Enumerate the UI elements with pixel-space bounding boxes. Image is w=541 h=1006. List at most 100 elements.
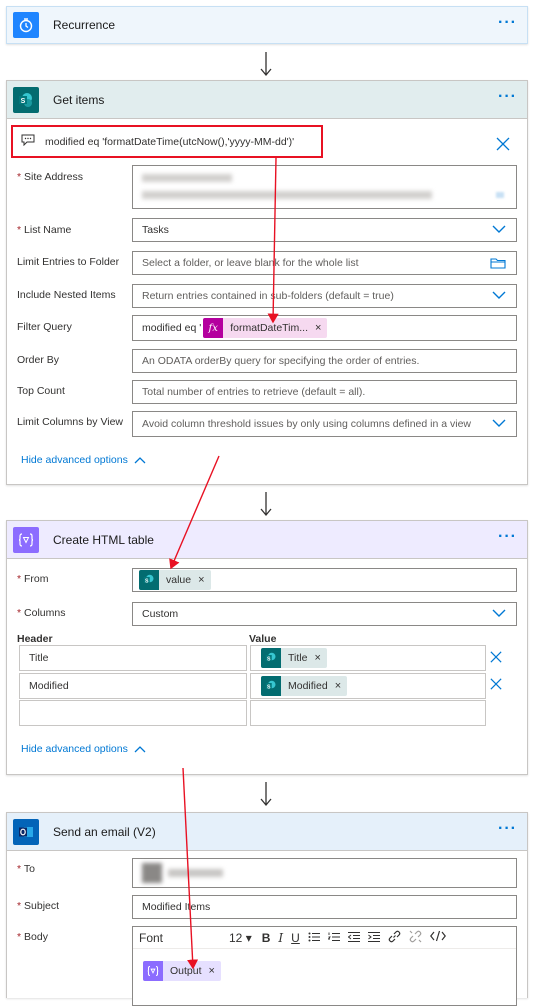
- delete-row-icon[interactable]: [490, 678, 502, 693]
- order-by-label: Order By: [17, 354, 60, 366]
- sharepoint-token-icon: S: [261, 676, 281, 696]
- list-name-dropdown[interactable]: Tasks: [132, 218, 517, 242]
- nested-items-dropdown[interactable]: Return entries contained in sub-folders …: [132, 284, 517, 308]
- remove-token-icon[interactable]: ×: [315, 322, 321, 334]
- link-icon[interactable]: [388, 930, 401, 946]
- from-field[interactable]: S value ×: [132, 568, 517, 592]
- list-name-label: * List Name: [17, 224, 72, 236]
- modified-token-label: Modified: [288, 680, 328, 692]
- underline-icon[interactable]: U: [291, 931, 300, 945]
- subject-value: Modified Items: [142, 901, 211, 913]
- site-address-label: * Site Address: [17, 171, 83, 183]
- get-items-more-button[interactable]: ···: [498, 89, 517, 105]
- sharepoint-token-icon: S: [261, 648, 281, 668]
- recurrence-header[interactable]: Recurrence ···: [7, 7, 527, 43]
- send-email-more-button[interactable]: ···: [498, 821, 517, 837]
- get-items-header[interactable]: S Get items ···: [7, 81, 527, 119]
- formatdatetime-token[interactable]: fx formatDateTim... ×: [203, 318, 328, 338]
- data-operations-token-icon: [143, 961, 163, 981]
- remove-token-icon[interactable]: ×: [314, 652, 320, 664]
- svg-text:S: S: [145, 578, 149, 584]
- get-items-title: Get items: [53, 92, 105, 107]
- order-by-placeholder: An ODATA orderBy query for specifying th…: [142, 355, 420, 367]
- table-value-cell[interactable]: S Modified ×: [250, 673, 486, 699]
- columns-row: * Columns Custom: [7, 602, 527, 626]
- body-editor[interactable]: Font 12 ▾ B I U Output ×: [132, 926, 517, 1006]
- limit-folder-placeholder: Select a folder, or leave blank for the …: [142, 257, 359, 269]
- font-select[interactable]: Font: [139, 931, 229, 945]
- output-token[interactable]: Output ×: [143, 961, 221, 981]
- title-token[interactable]: S Title ×: [261, 648, 327, 668]
- top-count-row: Top Count Total number of entries to ret…: [7, 380, 527, 404]
- filter-query-field[interactable]: modified eq ' fx formatDateTim... ×: [132, 315, 517, 341]
- sharepoint-token-icon: S: [139, 570, 159, 590]
- send-email-card: Send an email (V2) ··· * To * Subject Mo…: [6, 812, 528, 1006]
- limit-columns-row: Limit Columns by View Avoid column thres…: [7, 411, 527, 437]
- to-label: * To: [17, 863, 35, 875]
- columns-value: Custom: [142, 608, 179, 620]
- recurrence-card[interactable]: Recurrence ···: [6, 6, 528, 44]
- create-html-table-more-button[interactable]: ···: [498, 529, 517, 545]
- clock-icon: [13, 12, 39, 38]
- create-html-table-header[interactable]: Create HTML table ···: [7, 521, 527, 559]
- columns-dropdown[interactable]: Custom: [132, 602, 517, 626]
- chevron-down-icon[interactable]: [496, 192, 504, 198]
- to-field[interactable]: [132, 858, 517, 888]
- numbered-list-icon[interactable]: [327, 931, 340, 945]
- bold-icon[interactable]: B: [262, 931, 271, 945]
- top-count-placeholder: Total number of entries to retrieve (def…: [142, 386, 366, 398]
- delete-row-icon[interactable]: [490, 651, 502, 666]
- order-by-row: Order By An ODATA orderBy query for spec…: [7, 349, 527, 373]
- top-count-field[interactable]: Total number of entries to retrieve (def…: [132, 380, 517, 404]
- limit-folder-row: Limit Entries to Folder Select a folder,…: [7, 251, 527, 275]
- remove-token-icon[interactable]: ×: [209, 965, 215, 977]
- modified-token[interactable]: S Modified ×: [261, 676, 348, 696]
- decrease-indent-icon[interactable]: [347, 931, 360, 945]
- list-name-value: Tasks: [142, 224, 169, 236]
- site-address-field[interactable]: [132, 165, 517, 209]
- hide-advanced-label: Hide advanced options: [21, 743, 128, 755]
- limit-columns-dropdown[interactable]: Avoid column threshold issues by only us…: [132, 411, 517, 437]
- filter-query-row: Filter Query modified eq ' fx formatDate…: [7, 315, 527, 341]
- nested-items-placeholder: Return entries contained in sub-folders …: [142, 290, 394, 302]
- hide-advanced-options-link[interactable]: Hide advanced options: [21, 743, 146, 755]
- table-header-cell[interactable]: Title: [19, 645, 247, 671]
- bulleted-list-icon[interactable]: [308, 931, 320, 945]
- recurrence-more-button[interactable]: ···: [498, 15, 517, 31]
- send-email-title: Send an email (V2): [53, 824, 156, 839]
- order-by-field[interactable]: An ODATA orderBy query for specifying th…: [132, 349, 517, 373]
- value-token[interactable]: S value ×: [139, 570, 211, 590]
- chevron-up-icon: [134, 457, 146, 464]
- table-value-cell-empty[interactable]: [250, 700, 486, 726]
- hide-advanced-options-link[interactable]: Hide advanced options: [21, 454, 146, 466]
- send-email-header[interactable]: Send an email (V2) ···: [7, 813, 527, 851]
- sharepoint-icon: S: [13, 86, 39, 113]
- from-row: * From S value ×: [7, 568, 527, 592]
- comment-box[interactable]: modified eq 'formatDateTime(utcNow(),'yy…: [11, 125, 323, 158]
- connector-arrow: [258, 492, 274, 518]
- italic-icon[interactable]: I: [278, 931, 283, 945]
- body-label: * Body: [17, 931, 48, 943]
- table-value-cell[interactable]: S Title ×: [250, 645, 486, 671]
- create-html-table-card: Create HTML table ··· * From S value × *…: [6, 520, 528, 775]
- subject-field[interactable]: Modified Items: [132, 895, 517, 919]
- limit-folder-field[interactable]: Select a folder, or leave blank for the …: [132, 251, 517, 275]
- remove-token-icon[interactable]: ×: [335, 680, 341, 692]
- code-view-icon[interactable]: [429, 930, 446, 945]
- comment-text: modified eq 'formatDateTime(utcNow(),'yy…: [45, 135, 295, 148]
- comment-icon: [21, 134, 35, 149]
- font-size-select[interactable]: 12 ▾: [229, 931, 252, 945]
- table-header-cell-empty[interactable]: [19, 700, 247, 726]
- chevron-down-icon: [492, 419, 506, 427]
- close-comment-icon[interactable]: [496, 137, 510, 154]
- folder-icon[interactable]: [490, 257, 506, 269]
- nested-items-label: Include Nested Items: [17, 289, 116, 301]
- fx-icon: fx: [203, 318, 224, 338]
- header-cell-text: Title: [29, 652, 49, 664]
- outlook-icon: [13, 818, 39, 845]
- table-header-cell[interactable]: Modified: [19, 673, 247, 699]
- recurrence-title: Recurrence: [53, 18, 116, 32]
- unlink-icon[interactable]: [409, 930, 422, 946]
- remove-token-icon[interactable]: ×: [198, 574, 204, 586]
- increase-indent-icon[interactable]: [367, 931, 380, 945]
